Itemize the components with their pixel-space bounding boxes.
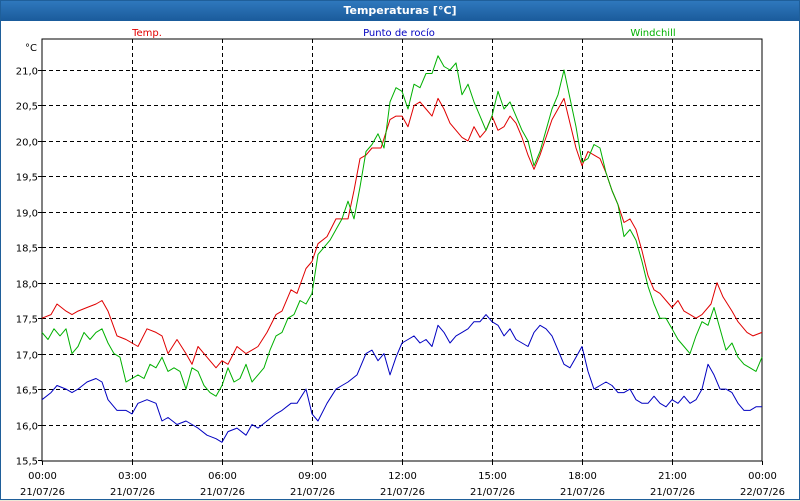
x-tick-date: 21/07/26 (200, 487, 245, 498)
y-tick-label: 21,0 (16, 67, 38, 78)
y-tick-label: 17,0 (16, 351, 38, 362)
x-tick-time: 18:00 (568, 471, 597, 482)
x-tick-date: 21/07/26 (380, 487, 425, 498)
chart-window: Temperaturas [°C] 15,5 16,0 16,5 17,0 17,5 18… (0, 0, 800, 500)
x-tick-time: 09:00 (298, 471, 327, 482)
legend-1: Punto de rocío (363, 27, 435, 39)
y-tick-label: 20,0 (16, 138, 38, 149)
x-tick-time: 03:00 (118, 471, 147, 482)
x-tick-date: 21/07/26 (290, 487, 335, 498)
y-tick-label: 18,0 (16, 280, 38, 291)
x-tick-time: 15:00 (478, 471, 507, 482)
x-tick-date: 21/07/26 (650, 487, 695, 498)
x-tick-date: 22/07/26 (740, 487, 785, 498)
x-tick-time: 00:00 (28, 471, 57, 482)
x-tick-time: 06:00 (208, 471, 237, 482)
x-tick-date: 21/07/26 (560, 487, 605, 498)
legend-0: Temp. (131, 28, 162, 39)
legend-2: Windchill (630, 28, 675, 39)
y-tick-label: 16,5 (16, 386, 38, 397)
y-tick-label: 16,0 (16, 422, 38, 433)
x-tick-time: 12:00 (388, 471, 417, 482)
y-tick-label: 19,5 (16, 173, 38, 184)
y-axis-unit: °C (25, 43, 37, 54)
x-tick-time: 21:00 (658, 471, 687, 482)
y-tick-label: 17,5 (16, 315, 38, 326)
y-tick-label: 19,0 (16, 209, 38, 220)
x-tick-date: 21/07/26 (20, 487, 65, 498)
x-tick-date: 21/07/26 (470, 487, 515, 498)
temperature-chart: 15,5 16,0 16,5 17,0 17,5 18,0 18,5 19,0 19,5 20,0… (16, 27, 785, 498)
x-tick-time: 00:00 (748, 471, 777, 482)
y-tick-label: 20,5 (16, 102, 38, 113)
y-tick-label: 15,5 (16, 457, 38, 468)
x-tick-date: 21/07/26 (110, 487, 155, 498)
y-tick-label: 18,5 (16, 244, 38, 255)
